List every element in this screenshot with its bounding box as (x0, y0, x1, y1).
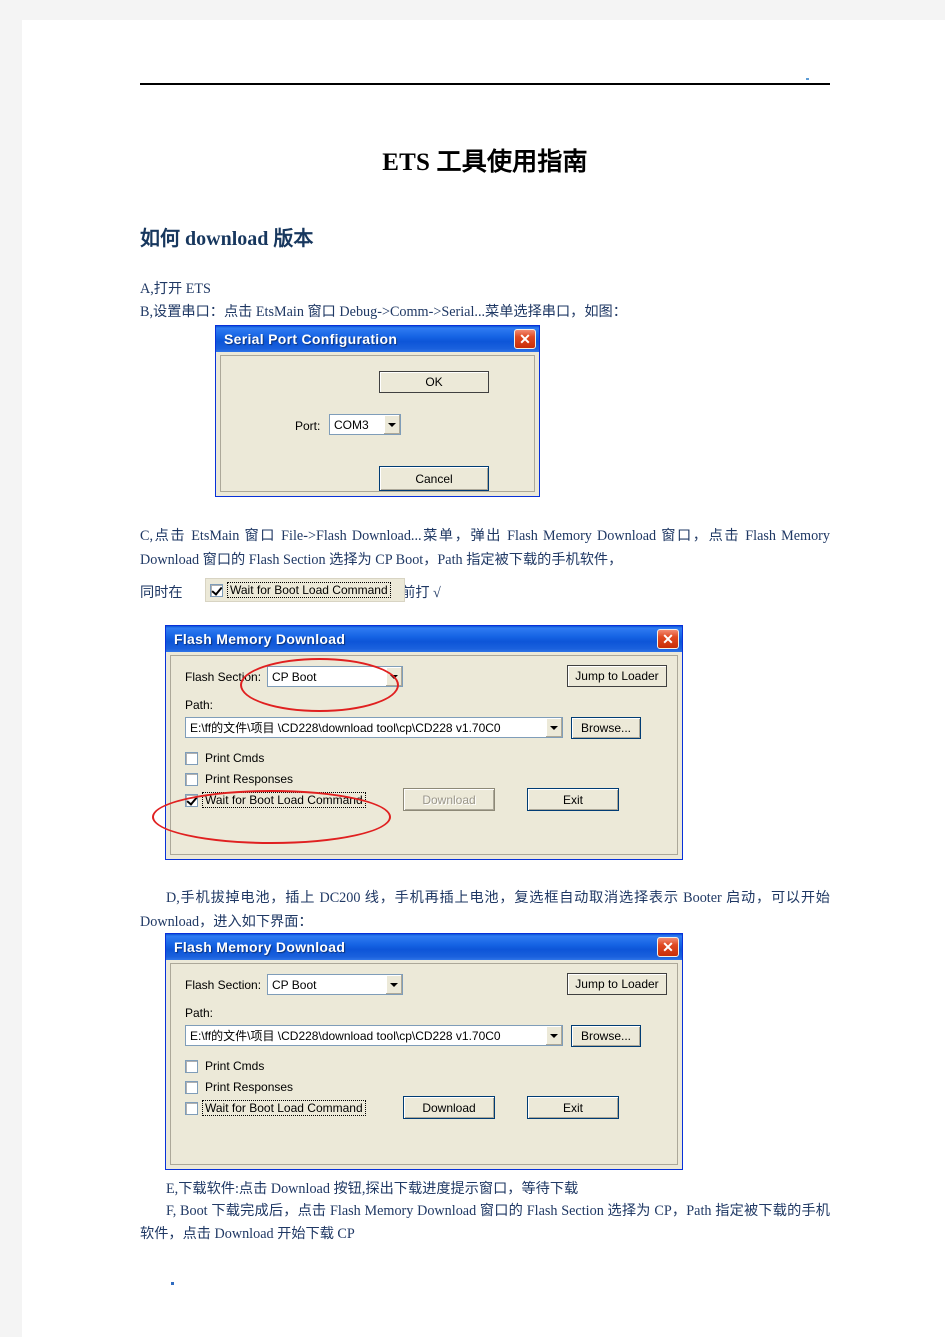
flash-section-value: CP Boot (272, 977, 317, 992)
dialog-title-bar[interactable]: Flash Memory Download ✕ (166, 934, 682, 960)
flash-section-label: Flash Section: (185, 670, 262, 684)
paragraph-b: B,设置串口：点击 EtsMain 窗口 Debug->Comm->Serial… (140, 304, 627, 320)
flash-section-select[interactable]: CP Boot (267, 974, 403, 995)
dialog-title-text: Serial Port Configuration (224, 331, 398, 347)
dialog-inner-frame: Flash Section: CP Boot Jump to Loader Pa… (170, 963, 678, 1165)
paragraph-c-suffix: 前打 √ (401, 585, 441, 601)
flash-section-value: CP Boot (272, 669, 317, 684)
download-button[interactable]: Download (403, 788, 495, 811)
checkbox-box (185, 793, 198, 807)
path-label: Path: (185, 698, 214, 712)
close-icon[interactable]: ✕ (514, 329, 536, 349)
document-title-bold: ETS (382, 149, 431, 176)
dialog-inner-frame: OK Port: COM3 Cancel (220, 355, 535, 492)
checkbox-box (185, 1080, 198, 1094)
dialog-title-text: Flash Memory Download (174, 631, 346, 647)
jump-to-loader-button[interactable]: Jump to Loader (567, 665, 667, 687)
exit-button[interactable]: Exit (527, 788, 619, 811)
exit-button[interactable]: Exit (527, 1096, 619, 1119)
print-responses-checkbox[interactable]: Print Responses (185, 1080, 295, 1094)
path-label: Path: (185, 1006, 214, 1020)
dialog-inner-frame: Flash Section: CP Boot Jump to Loader Pa… (170, 655, 678, 855)
wait-for-boot-load-command-checkbox[interactable]: Wait for Boot Load Command (185, 792, 366, 808)
port-label: Port: (295, 419, 321, 433)
dialog-body: OK Port: COM3 Cancel (216, 352, 539, 496)
print-cmds-checkbox[interactable]: Print Cmds (185, 1059, 266, 1073)
port-select[interactable]: COM3 (329, 414, 401, 435)
document-title-rest: 工具使用指南 (430, 149, 588, 176)
snippet-wait-for-boot-load-command-checkbox[interactable]: Wait for Boot Load Command (210, 582, 391, 598)
print-responses-checkbox[interactable]: Print Responses (185, 772, 295, 786)
paragraph-c-prefix: 同时在 (140, 585, 183, 601)
ok-button[interactable]: OK (379, 371, 489, 393)
close-icon[interactable]: ✕ (657, 937, 679, 957)
document-page: ETS 工具使用指南 如何 download 版本 A,打开 ETS B,设置串… (22, 20, 945, 1337)
browse-button[interactable]: Browse... (571, 1025, 641, 1047)
checkbox-box (185, 772, 198, 786)
print-cmds-checkbox[interactable]: Print Cmds (185, 751, 266, 765)
jump-to-loader-button[interactable]: Jump to Loader (567, 973, 667, 995)
print-cmds-label: Print Cmds (205, 751, 265, 765)
dialog-body: Flash Section: CP Boot Jump to Loader Pa… (166, 652, 682, 859)
cancel-button[interactable]: Cancel (379, 466, 489, 491)
dialog-body: Flash Section: CP Boot Jump to Loader Pa… (166, 960, 682, 1169)
print-cmds-label: Print Cmds (205, 1059, 265, 1073)
snippet-checkbox-label: Wait for Boot Load Command (227, 582, 391, 598)
inline-checkbox-snippet: Wait for Boot Load Command (205, 578, 405, 602)
chevron-down-icon[interactable] (545, 718, 562, 737)
serial-port-configuration-dialog: Serial Port Configuration ✕ OK Port: COM… (215, 325, 540, 497)
path-value: E:\ff的文件\项目 \CD228\download tool\cp\CD22… (190, 721, 501, 735)
dialog-title-text: Flash Memory Download (174, 939, 346, 955)
wait-for-boot-load-command-label: Wait for Boot Load Command (202, 1100, 366, 1116)
section-heading: 如何 download 版本 (140, 228, 314, 250)
paragraph-a: A,打开 ETS (140, 281, 211, 297)
flash-memory-download-dialog-1: Flash Memory Download ✕ Flash Section: C… (165, 625, 683, 860)
header-mark (806, 78, 809, 80)
flash-section-select[interactable]: CP Boot (267, 666, 403, 687)
chevron-down-icon[interactable] (383, 415, 400, 434)
dialog-title-bar[interactable]: Serial Port Configuration ✕ (216, 326, 539, 352)
checkbox-box (210, 583, 223, 597)
path-value: E:\ff的文件\项目 \CD228\download tool\cp\CD22… (190, 1029, 501, 1043)
flash-memory-download-dialog-2: Flash Memory Download ✕ Flash Section: C… (165, 933, 683, 1170)
path-select[interactable]: E:\ff的文件\项目 \CD228\download tool\cp\CD22… (185, 717, 563, 738)
print-responses-label: Print Responses (205, 772, 294, 786)
wait-for-boot-load-command-label: Wait for Boot Load Command (202, 792, 366, 808)
page-content: ETS 工具使用指南 如何 download 版本 A,打开 ETS B,设置串… (140, 20, 830, 1337)
flash-section-label: Flash Section: (185, 978, 262, 992)
paragraph-f: F, Boot 下载完成后，点击 Flash Memory Download 窗… (140, 1203, 830, 1242)
document-title: ETS 工具使用指南 (140, 142, 830, 178)
checkbox-box (185, 1101, 198, 1115)
chevron-down-icon[interactable] (385, 975, 402, 994)
checkbox-box (185, 751, 198, 765)
path-select[interactable]: E:\ff的文件\项目 \CD228\download tool\cp\CD22… (185, 1025, 563, 1046)
browse-button[interactable]: Browse... (571, 717, 641, 739)
print-responses-label: Print Responses (205, 1080, 294, 1094)
chevron-down-icon[interactable] (385, 667, 402, 686)
close-icon[interactable]: ✕ (657, 629, 679, 649)
chevron-down-icon[interactable] (545, 1026, 562, 1045)
paragraph-c: C,点击 EtsMain 窗口 File->Flash Download...菜… (140, 528, 830, 568)
footer-mark (171, 1282, 174, 1285)
paragraph-d: D,手机拔掉电池，插上 DC200 线，手机再插上电池，复选框自动取消选择表示 … (140, 890, 830, 930)
header-rule (140, 83, 830, 85)
port-value: COM3 (334, 417, 369, 432)
checkbox-box (185, 1059, 198, 1073)
dialog-title-bar[interactable]: Flash Memory Download ✕ (166, 626, 682, 652)
download-button[interactable]: Download (403, 1096, 495, 1119)
wait-for-boot-load-command-checkbox[interactable]: Wait for Boot Load Command (185, 1100, 366, 1116)
paragraph-e: E,下载软件:点击 Download 按钮,探出下载进度提示窗口，等待下载 (166, 1181, 579, 1197)
